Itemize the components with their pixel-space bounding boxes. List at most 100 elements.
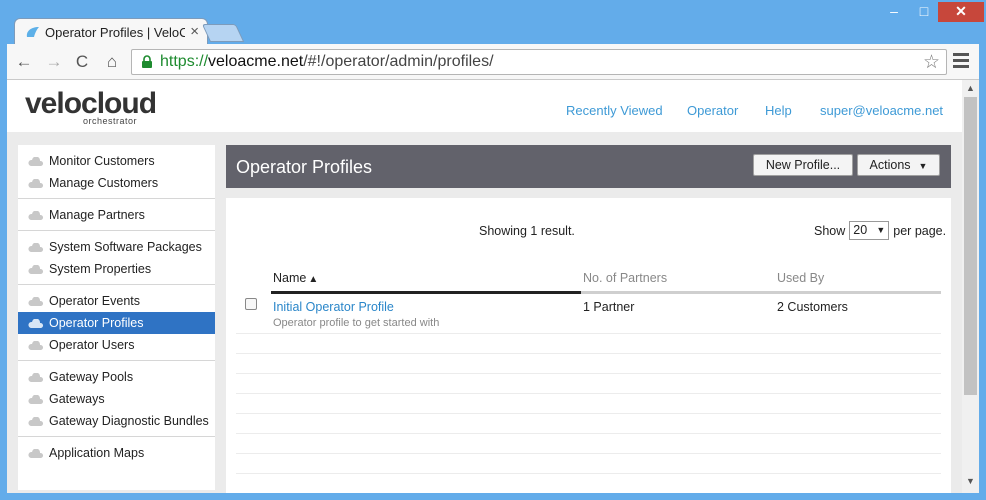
velocloud-logo[interactable]: velocloud orchestrator — [25, 87, 157, 127]
window-minimize-button[interactable]: – — [880, 2, 908, 22]
empty-table-row — [236, 354, 941, 374]
per-page-label: per page. — [893, 224, 947, 238]
sidebar-group-system: System Software Packages System Properti… — [18, 231, 215, 285]
column-header-partners[interactable]: No. of Partners — [583, 271, 667, 285]
sidebar-item-label: Application Maps — [49, 446, 145, 460]
per-page-control: Show 20 ▼ per page. — [814, 221, 947, 241]
url-scheme: https:// — [160, 53, 209, 70]
sidebar-item-label: Manage Partners — [49, 208, 145, 222]
sidebar-item-manage-customers[interactable]: Manage Customers — [18, 172, 215, 194]
sidebar-item-label: Monitor Customers — [49, 154, 155, 168]
cloud-icon — [28, 395, 44, 404]
scroll-up-icon[interactable]: ▲ — [966, 83, 975, 93]
reload-icon[interactable]: C — [71, 52, 93, 72]
sort-ascending-icon: ▲ — [308, 274, 319, 285]
table-row[interactable]: Initial Operator Profile Operator profil… — [236, 294, 941, 334]
empty-table-row — [236, 374, 941, 394]
sidebar-item-monitor-customers[interactable]: Monitor Customers — [18, 150, 215, 172]
nav-help[interactable]: Help — [765, 103, 792, 118]
window-close-button[interactable]: ✕ — [938, 2, 984, 22]
logo-wordmark: velocloud — [25, 87, 157, 120]
profile-name-link[interactable]: Initial Operator Profile — [273, 300, 394, 314]
empty-table-row — [236, 394, 941, 414]
scroll-down-icon[interactable]: ▼ — [966, 476, 975, 486]
cloud-icon — [28, 243, 44, 252]
profile-partners: 1 Partner — [583, 300, 635, 314]
browser-menu-icon[interactable] — [953, 53, 969, 69]
column-header-label: Name — [273, 271, 307, 285]
sidebar-group-partners: Manage Partners — [18, 199, 215, 231]
sidebar-item-label: Manage Customers — [49, 176, 159, 190]
sidebar-item-manage-partners[interactable]: Manage Partners — [18, 204, 215, 226]
profile-used-by: 2 Customers — [777, 300, 848, 314]
nav-operator[interactable]: Operator — [687, 103, 738, 118]
cloud-icon — [28, 449, 44, 458]
app-header: velocloud orchestrator Recently Viewed O… — [7, 80, 962, 132]
per-page-select[interactable]: 20 ▼ — [849, 221, 890, 240]
sidebar-item-gateways[interactable]: Gateways — [18, 388, 215, 410]
actions-label: Actions — [869, 158, 911, 172]
row-checkbox[interactable] — [245, 298, 257, 310]
lock-icon — [142, 55, 152, 68]
empty-table-row — [236, 454, 941, 474]
window-maximize-button[interactable]: □ — [910, 2, 938, 22]
sidebar-item-label: Operator Users — [49, 338, 135, 352]
sidebar-item-system-properties[interactable]: System Properties — [18, 258, 215, 280]
cloud-icon — [28, 211, 44, 220]
sidebar-item-operator-users[interactable]: Operator Users — [18, 334, 215, 356]
actions-dropdown-button[interactable]: Actions ▼ — [857, 154, 940, 176]
nav-recently-viewed[interactable]: Recently Viewed — [566, 103, 663, 118]
nav-user-account[interactable]: super@veloacme.net — [820, 103, 943, 118]
bookmark-star-icon[interactable]: ☆ — [923, 51, 940, 74]
new-tab-button[interactable] — [201, 24, 245, 42]
chevron-down-icon: ▼ — [876, 225, 886, 235]
sidebar-item-label: System Software Packages — [49, 240, 202, 254]
cloud-icon — [28, 297, 44, 306]
logo-subtitle: orchestrator — [83, 116, 138, 126]
sidebar-group-operator: Operator Events Operator Profiles Operat… — [18, 285, 215, 361]
back-arrow-icon[interactable]: ← — [13, 52, 35, 72]
sidebar-item-operator-profiles[interactable]: Operator Profiles — [18, 312, 215, 334]
new-profile-button[interactable]: New Profile... — [753, 154, 853, 176]
forward-arrow-icon[interactable]: → — [43, 52, 65, 72]
velocloud-favicon-icon — [26, 27, 39, 37]
sidebar-item-label: Gateways — [49, 392, 105, 406]
chevron-down-icon: ▼ — [918, 161, 928, 171]
sidebar-item-gateway-diagnostic-bundles[interactable]: Gateway Diagnostic Bundles — [18, 410, 215, 432]
browser-window: Operator Profiles | VeloCloud × – □ ✕ ← … — [0, 0, 986, 500]
per-page-value: 20 — [853, 223, 868, 237]
scrollbar-thumb[interactable] — [964, 97, 977, 395]
sidebar: Monitor Customers Manage Customers Manag… — [18, 145, 215, 490]
page-scrollbar[interactable]: ▲ ▼ — [962, 80, 979, 493]
result-count: Showing 1 result. — [479, 224, 575, 238]
sidebar-group-gateways: Gateway Pools Gateways Gateway Diagnosti… — [18, 361, 215, 437]
empty-table-row — [236, 414, 941, 434]
sidebar-item-application-maps[interactable]: Application Maps — [18, 442, 215, 464]
empty-table-row — [236, 334, 941, 354]
url-host: veloacme.net — [208, 53, 304, 70]
cloud-icon — [28, 179, 44, 188]
address-bar[interactable]: https://veloacme.net/#!/operator/admin/p… — [131, 49, 947, 75]
show-label: Show — [814, 224, 846, 238]
sidebar-group-applications: Application Maps — [18, 437, 215, 468]
url-path: /#!/operator/admin/profiles/ — [303, 53, 494, 70]
sidebar-item-gateway-pools[interactable]: Gateway Pools — [18, 366, 215, 388]
profile-description: Operator profile to get started with — [273, 317, 440, 329]
url-text: https://veloacme.net/#!/operator/admin/p… — [160, 53, 494, 71]
cloud-icon — [28, 265, 44, 274]
page-title: Operator Profiles — [236, 157, 373, 177]
empty-table-row — [236, 434, 941, 454]
tab-close-icon[interactable]: × — [190, 23, 199, 40]
sidebar-item-label: Operator Events — [49, 294, 141, 308]
browser-toolbar: ← → C ⌂ https://veloacme.net/#!/operator… — [7, 44, 979, 80]
column-header-used-by[interactable]: Used By — [777, 271, 824, 285]
home-icon[interactable]: ⌂ — [101, 52, 123, 72]
browser-tab[interactable]: Operator Profiles | VeloCloud × — [14, 18, 208, 45]
cloud-icon — [28, 373, 44, 382]
cloud-icon — [28, 417, 44, 426]
cloud-icon — [28, 341, 44, 350]
sidebar-item-operator-events[interactable]: Operator Events — [18, 290, 215, 312]
sidebar-item-label: System Properties — [49, 262, 152, 276]
column-header-name[interactable]: Name ▲ — [273, 271, 318, 285]
sidebar-item-system-software-packages[interactable]: System Software Packages — [18, 236, 215, 258]
